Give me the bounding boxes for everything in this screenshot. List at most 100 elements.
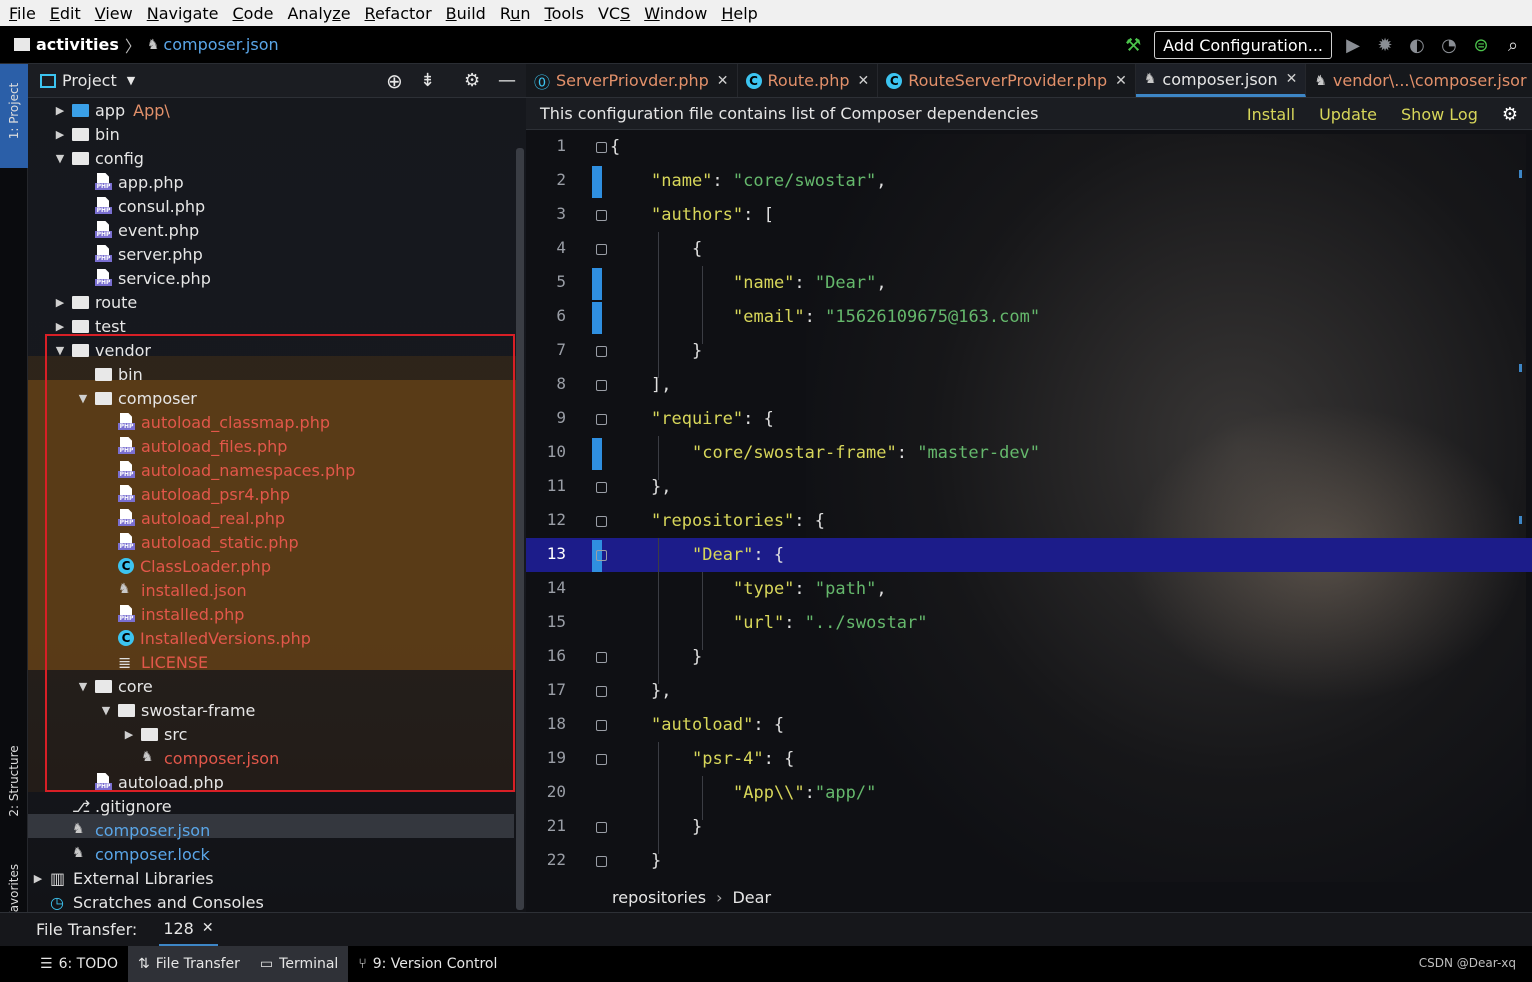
chevron-down-icon[interactable]: ▼ xyxy=(52,152,68,165)
code-line[interactable]: "Dear": { xyxy=(610,538,784,572)
chevron-down-icon[interactable]: ▼ xyxy=(75,392,91,405)
code-line[interactable]: "App\\":"app/" xyxy=(610,776,876,810)
tree-item[interactable]: ♞ composer.lock xyxy=(52,842,210,866)
chevron-down-icon[interactable]: ▼ xyxy=(127,74,135,87)
editor-tab[interactable]: C RouteServerProvider.php ✕ xyxy=(878,64,1136,97)
toolwindow-terminal[interactable]: ▭ Terminal xyxy=(249,946,349,982)
chevron-down-icon[interactable]: ▼ xyxy=(52,344,68,357)
tree-item[interactable]: PHP autoload_psr4.php xyxy=(98,482,290,506)
change-marker[interactable] xyxy=(592,166,602,198)
menu-item-help[interactable]: Help xyxy=(714,4,764,23)
chevron-right-icon[interactable]: ▶ xyxy=(30,872,46,885)
chevron-right-icon[interactable]: ▶ xyxy=(52,128,68,141)
gear-icon[interactable]: ⚙ xyxy=(464,70,480,91)
tree-item[interactable]: PHP installed.php xyxy=(98,602,244,626)
tree-item[interactable]: ▼ vendor xyxy=(52,338,151,362)
tree-item[interactable]: ▼ swostar-frame xyxy=(98,698,256,722)
nav-project[interactable]: activities xyxy=(14,35,119,54)
tree-item[interactable]: PHP autoload_files.php xyxy=(98,434,287,458)
close-icon[interactable]: ✕ xyxy=(1286,71,1298,87)
add-configuration-button[interactable]: Add Configuration... xyxy=(1154,31,1332,59)
file-transfer-tab[interactable]: 128 ✕ xyxy=(159,913,218,947)
profile-icon[interactable]: ◔ xyxy=(1438,35,1460,56)
code-line[interactable]: "name": "core/swostar", xyxy=(610,164,886,198)
code-line[interactable]: { xyxy=(610,130,620,164)
menu-item-build[interactable]: Build xyxy=(439,4,493,23)
code-line[interactable]: "psr-4": { xyxy=(610,742,794,776)
toolwindow-file-transfer[interactable]: ⇅ File Transfer xyxy=(128,946,250,982)
tree-item[interactable]: C ClassLoader.php xyxy=(98,554,271,578)
code-line[interactable]: "name": "Dear", xyxy=(610,266,887,300)
fold-marker-icon[interactable] xyxy=(596,346,607,357)
menu-item-view[interactable]: View xyxy=(88,4,140,23)
chevron-right-icon[interactable]: ▶ xyxy=(52,320,68,333)
fold-marker-icon[interactable] xyxy=(596,210,607,221)
debug-icon[interactable]: ✹ xyxy=(1374,35,1396,56)
structure-tool-tab[interactable]: 2: Structure xyxy=(7,736,21,826)
tree-item[interactable]: PHP autoload_static.php xyxy=(98,530,299,554)
breadcrumb-repositories[interactable]: repositories xyxy=(612,888,706,907)
tree-item[interactable]: C InstalledVersions.php xyxy=(98,626,311,650)
toolwindow-6-todo[interactable]: ☰ 6: TODO xyxy=(30,946,128,982)
tree-item[interactable]: PHP consul.php xyxy=(75,194,205,218)
code-line[interactable]: } xyxy=(610,334,702,368)
tree-item[interactable]: ▶ ▥ External Libraries xyxy=(30,866,214,890)
hide-icon[interactable]: — xyxy=(498,70,516,91)
code-line[interactable]: "autoload": { xyxy=(610,708,784,742)
editor-tab[interactable]: ⓪ ServerPriovder.php ✕ xyxy=(526,64,738,97)
fold-marker-icon[interactable] xyxy=(596,482,607,493)
tree-item[interactable]: ▼ composer xyxy=(75,386,197,410)
search-everywhere-icon[interactable]: ⌕ xyxy=(1502,35,1524,56)
tree-item[interactable]: PHP app.php xyxy=(75,170,184,194)
tree-item[interactable]: ≣ LICENSE xyxy=(98,650,208,674)
collapse-all-icon[interactable]: ⇟ xyxy=(420,70,435,91)
code-line[interactable]: "authors": [ xyxy=(610,198,774,232)
update-link[interactable]: Update xyxy=(1319,105,1377,124)
fold-marker-icon[interactable] xyxy=(596,754,607,765)
editor-tab[interactable]: ♞ vendor\...\composer.jsor xyxy=(1306,64,1532,97)
gear-icon[interactable]: ⚙ xyxy=(1502,104,1518,125)
code-line[interactable]: } xyxy=(610,810,702,844)
tree-item[interactable]: PHP server.php xyxy=(75,242,203,266)
editor-tab[interactable]: ♞ composer.json ✕ xyxy=(1135,64,1307,97)
close-icon[interactable]: ✕ xyxy=(1115,73,1127,89)
menu-item-edit[interactable]: Edit xyxy=(43,4,88,23)
code-line[interactable]: { xyxy=(610,232,702,266)
code-line[interactable]: }, xyxy=(610,674,672,708)
menu-item-navigate[interactable]: Navigate xyxy=(140,4,226,23)
code-line[interactable]: } xyxy=(610,640,702,674)
menu-item-window[interactable]: Window xyxy=(637,4,714,23)
chevron-right-icon[interactable]: ▶ xyxy=(52,104,68,117)
tree-item[interactable]: ▶ route xyxy=(52,290,138,314)
menu-item-file[interactable]: File xyxy=(2,4,43,23)
scroll-marker[interactable] xyxy=(1519,364,1522,372)
tree-item[interactable]: ⎇ .gitignore xyxy=(52,794,172,818)
change-marker[interactable] xyxy=(592,302,602,334)
menu-item-refactor[interactable]: Refactor xyxy=(358,4,439,23)
tree-item[interactable]: ▶ app App\ xyxy=(52,98,170,122)
chevron-right-icon[interactable]: ▶ xyxy=(121,728,137,741)
tree-item[interactable]: PHP service.php xyxy=(75,266,211,290)
tree-item[interactable]: PHP autoload.php xyxy=(75,770,224,794)
close-icon[interactable]: ✕ xyxy=(858,73,870,89)
close-icon[interactable]: ✕ xyxy=(717,73,729,89)
show-log-link[interactable]: Show Log xyxy=(1401,105,1478,124)
breadcrumb-dear[interactable]: Dear xyxy=(732,888,771,907)
tree-item[interactable]: ▼ core xyxy=(75,674,153,698)
change-marker[interactable] xyxy=(592,268,602,300)
scroll-marker[interactable] xyxy=(1519,170,1522,178)
menu-item-code[interactable]: Code xyxy=(226,4,281,23)
project-tool-tab-label[interactable]: 1: Project xyxy=(7,71,21,151)
locate-icon[interactable]: ⊕ xyxy=(386,69,403,93)
tree-item[interactable]: PHP autoload_classmap.php xyxy=(98,410,330,434)
tree-item[interactable]: ♞ composer.json xyxy=(52,818,210,842)
code-line[interactable]: "email": "15626109675@163.com" xyxy=(610,300,1040,334)
fold-marker-icon[interactable] xyxy=(596,244,607,255)
code-line[interactable]: "core/swostar-frame": "master-dev" xyxy=(610,436,1040,470)
code-line[interactable]: "type": "path", xyxy=(610,572,887,606)
fold-marker-icon[interactable] xyxy=(596,652,607,663)
tree-item[interactable]: bin xyxy=(75,362,143,386)
menu-item-tools[interactable]: Tools xyxy=(538,4,591,23)
close-icon[interactable]: ✕ xyxy=(202,920,214,936)
scroll-marker[interactable] xyxy=(1519,516,1522,524)
